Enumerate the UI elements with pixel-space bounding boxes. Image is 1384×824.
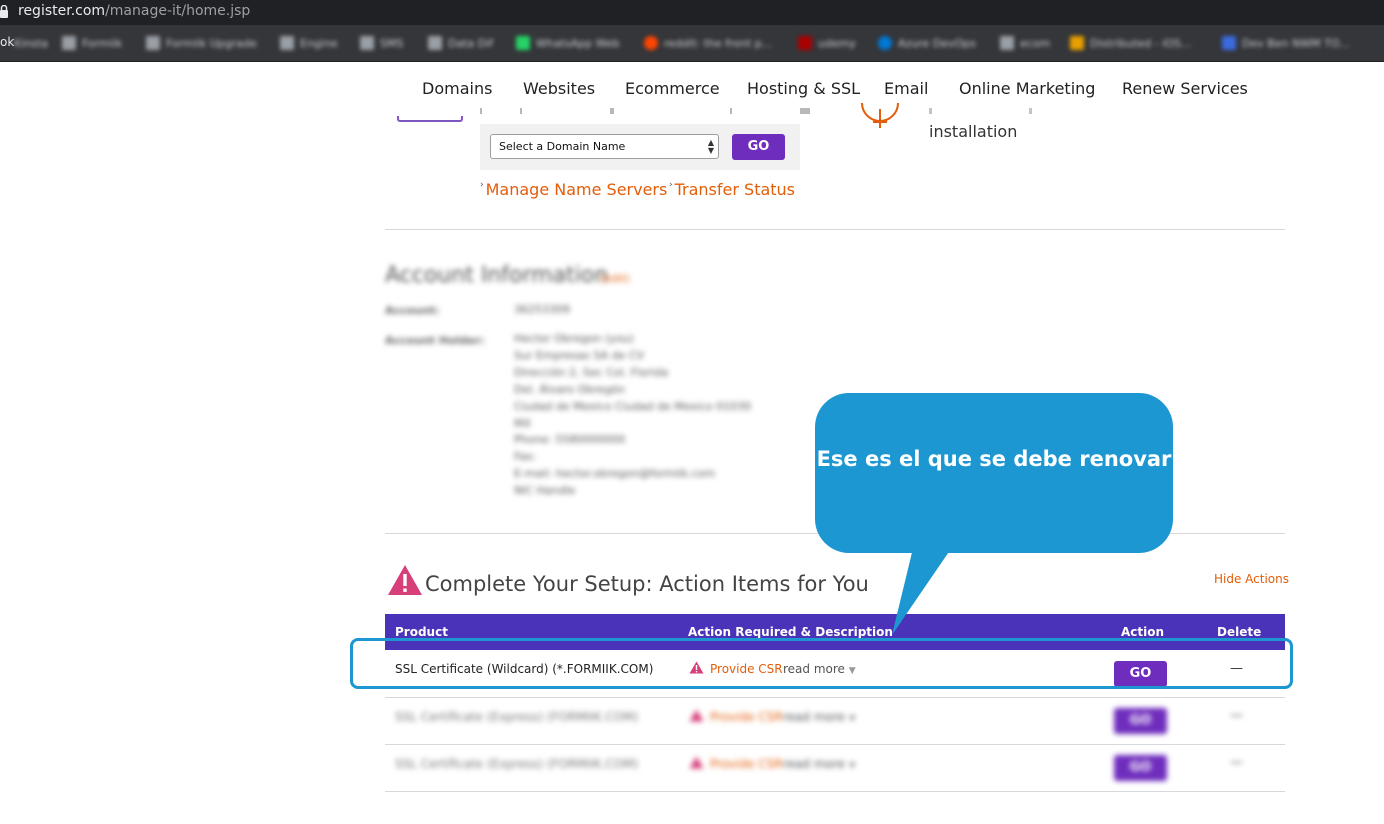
hide-actions-link[interactable]: Hide Actions [1214,572,1289,586]
account-holder-details: Hector Obregon (you) Sur Empresas SA de … [514,332,752,498]
go-button[interactable]: GO [1114,708,1167,734]
row-divider [385,744,1285,745]
row-divider [385,697,1285,698]
udemy-icon [798,36,812,50]
nav-online-marketing[interactable]: Online Marketing [959,79,1095,98]
folder-icon [360,36,374,50]
url-text[interactable]: register.com/manage-it/home.jsp [18,3,250,19]
go-button[interactable]: GO [1114,755,1167,781]
folder-icon [62,36,76,50]
account-info-title: Account Information [385,263,609,288]
row-divider [385,791,1285,792]
bookmark-item[interactable]: Engine [280,35,338,51]
warning-icon [689,756,704,769]
bookmark-partial-label: ok [0,35,15,49]
nav-domains[interactable]: Domains [422,79,492,98]
chevron-down-icon: ▼ [848,761,856,771]
chevron-right-icon: › [480,180,484,190]
provide-csr-link[interactable]: Provide CSR [710,757,783,771]
setup-section-title: Complete Your Setup: Action Items for Yo… [425,572,869,596]
bookmark-item[interactable]: Formiik Upgrade [146,35,257,51]
bookmark-icon [1222,36,1236,50]
manage-name-servers-link[interactable]: › Manage Name Servers [480,180,667,199]
bookmarks-bar: ok Kinsta Formiik Formiik Upgrade Engine… [0,25,1384,62]
nav-websites[interactable]: Websites [523,79,595,98]
chevron-right-icon: › [669,180,673,190]
domain-select-value: Select a Domain Name [499,140,626,153]
reddit-icon [644,36,658,50]
folder-icon [280,36,294,50]
browser-url-bar[interactable]: register.com/manage-it/home.jsp [0,0,1384,25]
cut-off-button[interactable] [397,116,463,122]
provide-csr-link[interactable]: Provide CSR [710,710,783,724]
bookmark-item[interactable]: ecom [1000,35,1050,51]
lock-icon [0,5,8,18]
bookmark-item[interactable]: Azure DevOps [878,35,976,51]
bookmark-item[interactable]: Data Dif [428,35,493,51]
account-label: Account: [385,304,440,317]
product-name: SSL Certificate (Express) (FORMIIK.COM) [395,710,639,724]
warning-icon [689,709,704,722]
callout-text: Ese es el que se debe renovar [816,447,1172,471]
bookmark-item[interactable]: WhatsApp Web [516,35,620,51]
bookmark-icon [1000,36,1014,50]
folder-icon [146,36,160,50]
bookmark-item[interactable]: SMS [360,35,403,51]
nav-email[interactable]: Email [884,79,928,98]
column-header-delete: Delete [1217,625,1262,639]
nav-ecommerce[interactable]: Ecommerce [625,79,720,98]
chevron-down-icon: ▼ [848,714,856,724]
folder-icon [428,36,442,50]
select-arrows-icon: ▲ ▼ [707,138,714,155]
bookmark-icon [1070,36,1084,50]
account-number: 36253309 [514,303,570,316]
account-holder-label: Account Holder: [385,334,485,347]
warning-icon [388,565,422,595]
bookmark-item[interactable]: Distributed - iOS... [1070,35,1191,51]
callout-pointer [892,540,957,635]
bookmark-item[interactable]: Dev Ben NWM TO... [1222,35,1350,51]
whatsapp-icon [516,36,530,50]
transfer-status-link[interactable]: › Transfer Status [669,180,795,199]
nav-hosting-ssl[interactable]: Hosting & SSL [747,79,860,98]
domain-go-button[interactable]: GO [732,134,785,160]
column-header-action: Action [1121,625,1165,639]
nav-renew-services[interactable]: Renew Services [1122,79,1248,98]
lifebuoy-icon [861,103,899,128]
bookmark-item[interactable]: Formiik [62,35,122,51]
read-more-toggle[interactable]: read more ▼ [783,757,856,771]
column-header-action-required: Action Required & Description [688,625,893,639]
delete-button[interactable]: — [1230,755,1243,770]
read-more-toggle[interactable]: read more ▼ [783,710,856,724]
row-highlight-annotation [350,638,1293,689]
bookmark-item[interactable]: udemy [798,35,856,51]
bookmark-item[interactable]: reddit: the front p... [644,35,772,51]
product-name: SSL Certificate (Express) (FORMIIK.COM) [395,757,639,771]
domain-name-select[interactable]: Select a Domain Name ▲ ▼ [490,134,719,159]
azure-icon [878,36,892,50]
divider [385,229,1285,230]
cut-off-text [480,108,810,114]
delete-button[interactable]: — [1230,708,1243,723]
account-edit-link[interactable]: (edit) [600,272,630,285]
installation-text: installation [929,122,1018,141]
cut-off-text [929,108,1049,114]
bookmark-item[interactable]: Kinsta [14,35,48,51]
column-header-product: Product [395,625,448,639]
